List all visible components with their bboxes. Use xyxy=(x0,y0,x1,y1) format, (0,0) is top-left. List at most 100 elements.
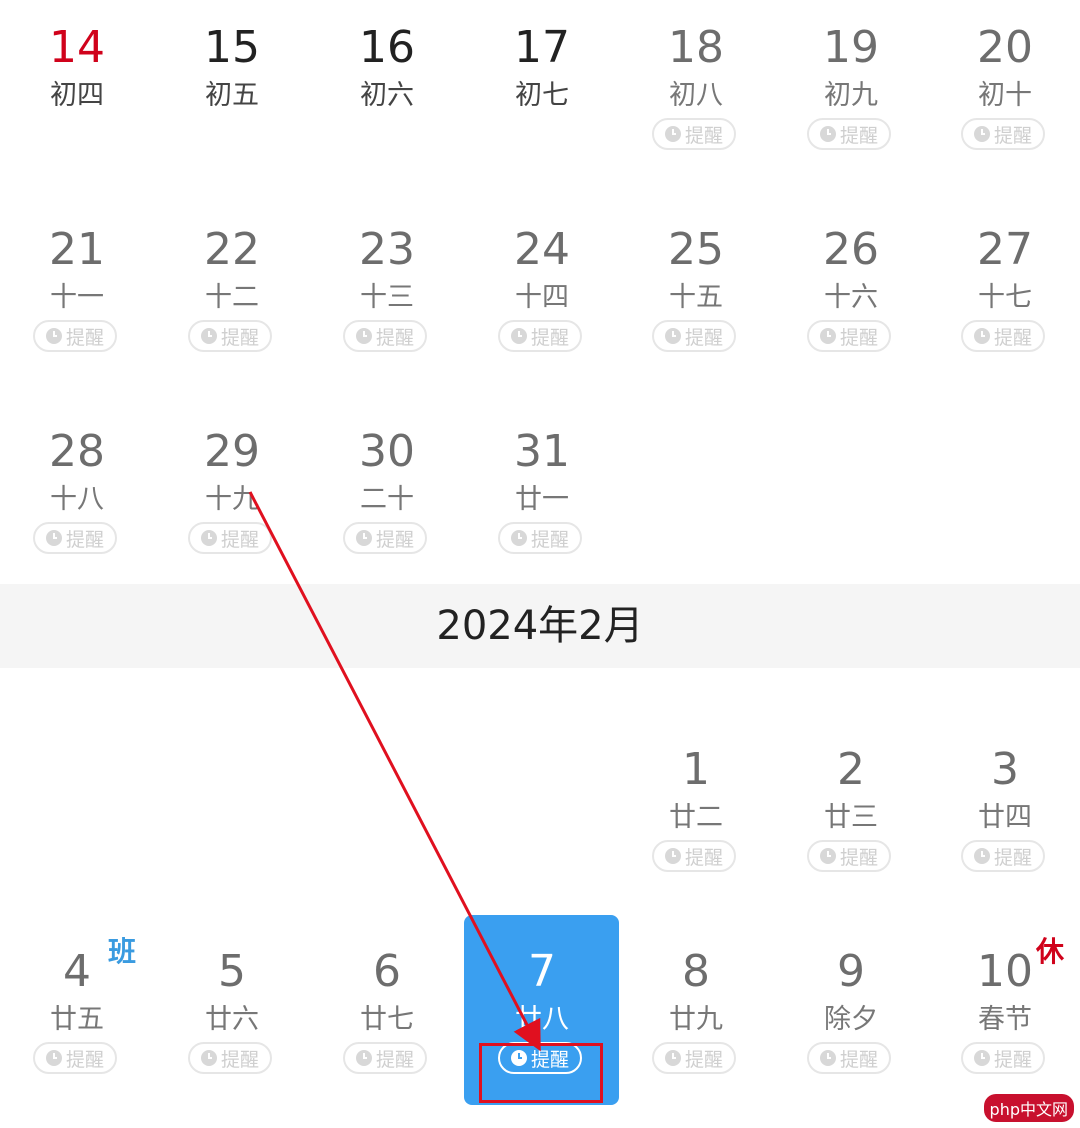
lunar-date: 廿一 xyxy=(515,484,569,515)
day-cell-25[interactable]: 25 十五 提醒 xyxy=(619,202,773,392)
day-cell-5[interactable]: 5 廿六 提醒 xyxy=(155,924,309,1114)
day-cell-28[interactable]: 28 十八 提醒 xyxy=(0,404,154,594)
remind-label: 提醒 xyxy=(684,326,723,349)
lunar-date: 十三 xyxy=(360,282,414,313)
lunar-date: 初九 xyxy=(824,80,878,111)
remind-button[interactable]: 提醒 xyxy=(652,320,736,352)
alarm-clock-icon xyxy=(45,1050,62,1066)
lunar-date: 十九 xyxy=(205,484,259,515)
day-cell-23[interactable]: 23 十三 提醒 xyxy=(310,202,464,392)
remind-button[interactable]: 提醒 xyxy=(33,522,117,554)
remind-button[interactable]: 提醒 xyxy=(652,840,736,872)
alarm-clock-icon xyxy=(819,848,836,864)
day-number: 1 xyxy=(682,744,710,795)
day-number: 3 xyxy=(991,744,1019,795)
remind-button[interactable]: 提醒 xyxy=(343,320,427,352)
day-cell-21[interactable]: 21 十一 提醒 xyxy=(0,202,154,392)
day-cell-14[interactable]: 14 初四 xyxy=(0,0,154,190)
lunar-date: 廿三 xyxy=(824,802,878,833)
lunar-date: 十二 xyxy=(205,282,259,313)
day-number: 17 xyxy=(514,22,570,73)
day-cell-26[interactable]: 26 十六 提醒 xyxy=(774,202,928,392)
lunar-date: 廿八 xyxy=(515,1004,569,1035)
remind-label: 提醒 xyxy=(375,326,414,349)
day-number: 16 xyxy=(359,22,415,73)
day-number: 26 xyxy=(823,224,879,275)
remind-button[interactable]: 提醒 xyxy=(807,118,891,150)
remind-button[interactable]: 提醒 xyxy=(961,840,1045,872)
day-cell-2[interactable]: 2 廿三 提醒 xyxy=(774,722,928,912)
day-cell-19[interactable]: 19 初九 提醒 xyxy=(774,0,928,190)
day-number: 22 xyxy=(204,224,260,275)
lunar-date: 廿六 xyxy=(205,1004,259,1035)
day-cell-10[interactable]: 10 春节 提醒休 xyxy=(928,924,1080,1114)
remind-button[interactable]: 提醒 xyxy=(807,320,891,352)
day-cell-24[interactable]: 24 十四 提醒 xyxy=(465,202,619,392)
day-number: 31 xyxy=(514,426,570,477)
remind-button[interactable]: 提醒 xyxy=(343,522,427,554)
remind-button[interactable]: 提醒 xyxy=(807,1042,891,1074)
day-cell-29[interactable]: 29 十九提醒 xyxy=(155,404,309,594)
day-cell-3[interactable]: 3 廿四 提醒 xyxy=(928,722,1080,912)
remind-label: 提醒 xyxy=(993,846,1032,869)
remind-button[interactable]: 提醒 xyxy=(498,320,582,352)
remind-label: 提醒 xyxy=(839,326,878,349)
day-cell-9[interactable]: 9 除夕 提醒 xyxy=(774,924,928,1114)
alarm-clock-icon xyxy=(200,530,217,546)
remind-label: 提醒 xyxy=(375,1048,414,1071)
alarm-clock-icon xyxy=(819,1050,836,1066)
remind-button[interactable]: 提醒 xyxy=(652,1042,736,1074)
day-cell-6[interactable]: 6 廿七提醒 xyxy=(310,924,464,1114)
alarm-clock-icon xyxy=(355,1050,372,1066)
day-cell-18[interactable]: 18 初八 提醒 xyxy=(619,0,773,190)
day-number: 30 xyxy=(359,426,415,477)
day-cell-27[interactable]: 27 十七 提醒 xyxy=(928,202,1080,392)
remind-label: 提醒 xyxy=(684,124,723,147)
day-cell-20[interactable]: 20 初十 提醒 xyxy=(928,0,1080,190)
day-number: 8 xyxy=(682,946,710,997)
lunar-date: 十七 xyxy=(978,282,1032,313)
remind-button[interactable]: 提醒 xyxy=(807,840,891,872)
remind-label: 提醒 xyxy=(839,124,878,147)
remind-button[interactable]: 提醒 xyxy=(343,1042,427,1074)
remind-label: 提醒 xyxy=(684,1048,723,1071)
remind-button[interactable]: 提醒 xyxy=(961,320,1045,352)
day-cell-1[interactable]: 1 廿二提醒 xyxy=(619,722,773,912)
day-number: 6 xyxy=(373,946,401,997)
remind-button[interactable]: 提醒 xyxy=(961,118,1045,150)
remind-button[interactable]: 提醒 xyxy=(33,320,117,352)
lunar-date: 十五 xyxy=(669,282,723,313)
lunar-date: 十八 xyxy=(50,484,104,515)
lunar-date: 初十 xyxy=(978,80,1032,111)
remind-button[interactable]: 提醒 xyxy=(33,1042,117,1074)
alarm-clock-icon xyxy=(664,126,681,142)
remind-label: 提醒 xyxy=(65,1048,104,1071)
alarm-clock-icon xyxy=(200,1050,217,1066)
day-cell-22[interactable]: 22 十二提醒 xyxy=(155,202,309,392)
lunar-date: 十四 xyxy=(515,282,569,313)
remind-button[interactable]: 提醒 xyxy=(961,1042,1045,1074)
day-cell-31[interactable]: 31 廿一提醒 xyxy=(465,404,619,594)
workday-badge: 班 xyxy=(108,935,137,968)
remind-button[interactable]: 提醒 xyxy=(652,118,736,150)
day-cell-17[interactable]: 17 初七 xyxy=(465,0,619,190)
month-title: 2024年2月 xyxy=(436,603,644,649)
lunar-date: 除夕 xyxy=(824,1004,878,1035)
remind-button[interactable]: 提醒 xyxy=(188,320,272,352)
remind-label: 提醒 xyxy=(220,1048,259,1071)
remind-button[interactable]: 提醒 xyxy=(498,522,582,554)
day-number: 29 xyxy=(204,426,260,477)
day-cell-8[interactable]: 8 廿九 提醒 xyxy=(619,924,773,1114)
remind-button[interactable]: 提醒 xyxy=(188,1042,272,1074)
alarm-clock-icon xyxy=(973,848,990,864)
day-cell-16[interactable]: 16 初六 xyxy=(310,0,464,190)
remind-label: 提醒 xyxy=(220,528,259,551)
remind-label: 提醒 xyxy=(220,326,259,349)
day-cell-30[interactable]: 30 二十 提醒 xyxy=(310,404,464,594)
lunar-date: 廿二 xyxy=(669,802,723,833)
day-cell-15[interactable]: 15 初五 xyxy=(155,0,309,190)
remind-button[interactable]: 提醒 xyxy=(188,522,272,554)
lunar-date: 廿七 xyxy=(360,1004,414,1035)
day-number: 21 xyxy=(49,224,105,275)
day-cell-4[interactable]: 4 廿五 提醒班 xyxy=(0,924,154,1114)
